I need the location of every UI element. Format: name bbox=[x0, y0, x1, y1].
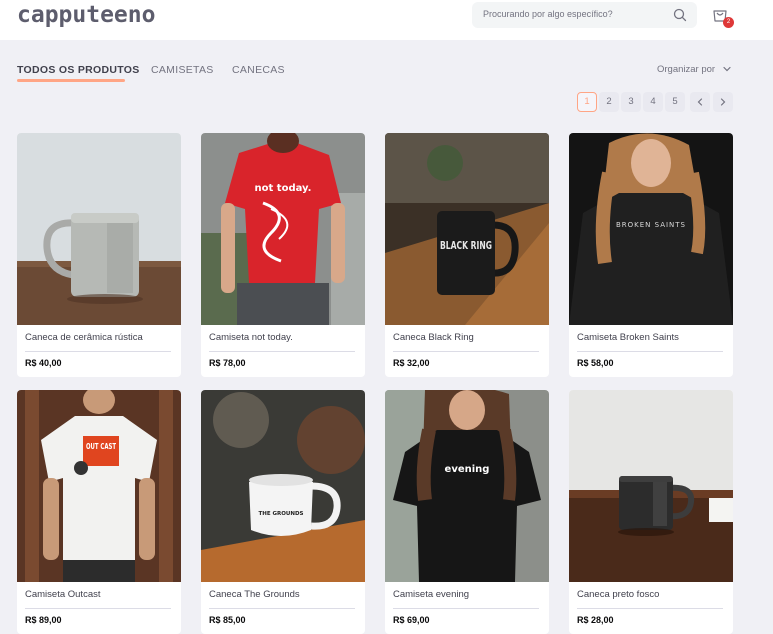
chevron-right-icon bbox=[713, 92, 733, 112]
product-name: Caneca preto fosco bbox=[577, 589, 660, 600]
product-image-the-grounds-mug: THE GROUNDS bbox=[201, 390, 365, 582]
product-price: R$ 78,00 bbox=[209, 358, 246, 368]
product-image-black-ring-mug: BLACK RING bbox=[385, 133, 549, 325]
header: capputeeno Procurando por algo específic… bbox=[0, 0, 773, 40]
tshirt-print: OUT CAST bbox=[86, 442, 116, 451]
product-price: R$ 28,00 bbox=[577, 615, 614, 625]
search-input[interactable]: Procurando por algo específico? bbox=[472, 2, 697, 28]
tab-all-products[interactable]: TODOS OS PRODUTOS bbox=[17, 64, 140, 76]
product-name: Caneca Black Ring bbox=[393, 332, 474, 343]
search-icon[interactable] bbox=[673, 8, 687, 22]
product-name: Caneca The Grounds bbox=[209, 589, 300, 600]
product-price: R$ 85,00 bbox=[209, 615, 246, 625]
tab-mugs[interactable]: CANECAS bbox=[232, 64, 285, 76]
product-name: Camiseta not today. bbox=[209, 332, 293, 343]
sort-dropdown[interactable]: Organizar por bbox=[657, 64, 715, 75]
divider bbox=[209, 608, 355, 609]
mug-print: BLACK RING bbox=[440, 239, 492, 252]
product-image-matte-black-mug bbox=[569, 390, 733, 582]
product-image-outcast-tshirt: OUT CAST bbox=[17, 390, 181, 582]
divider bbox=[393, 351, 539, 352]
page-button-3[interactable]: 3 bbox=[621, 92, 641, 112]
divider bbox=[577, 608, 723, 609]
product-card[interactable]: Caneca preto fosco R$ 28,00 bbox=[569, 390, 733, 634]
mug-print: THE GROUNDS bbox=[258, 511, 303, 517]
prev-page-button[interactable] bbox=[690, 92, 710, 112]
product-name: Caneca de cerâmica rústica bbox=[25, 332, 143, 343]
product-name: Camiseta evening bbox=[393, 589, 470, 600]
product-card[interactable]: OUT CAST Camiseta Outcast R$ 89,00 bbox=[17, 390, 181, 634]
page-button-5[interactable]: 5 bbox=[665, 92, 685, 112]
page-button-2[interactable]: 2 bbox=[599, 92, 619, 112]
product-image-not-today-tshirt: not today. bbox=[201, 133, 365, 325]
cart-count-badge: 2 bbox=[723, 17, 734, 28]
divider bbox=[25, 351, 171, 352]
product-card[interactable]: THE GROUNDS Caneca The Grounds R$ 85,00 bbox=[201, 390, 365, 634]
product-price: R$ 58,00 bbox=[577, 358, 614, 368]
product-card[interactable]: evening Camiseta evening R$ 69,00 bbox=[385, 390, 549, 634]
chevron-down-icon[interactable] bbox=[722, 64, 732, 74]
product-card[interactable]: Caneca de cerâmica rústica R$ 40,00 bbox=[17, 133, 181, 377]
logo[interactable]: capputeeno bbox=[17, 2, 155, 28]
product-image-evening-tshirt: evening bbox=[385, 390, 549, 582]
divider bbox=[393, 608, 539, 609]
product-price: R$ 32,00 bbox=[393, 358, 430, 368]
chevron-left-icon bbox=[690, 92, 710, 112]
product-image-rustic-mug bbox=[17, 133, 181, 325]
active-tab-indicator bbox=[17, 79, 125, 82]
product-price: R$ 40,00 bbox=[25, 358, 62, 368]
tab-tshirts[interactable]: CAMISETAS bbox=[151, 64, 214, 76]
divider bbox=[209, 351, 355, 352]
product-image-broken-saints-tshirt: BROKEN SAINTS bbox=[569, 133, 733, 325]
divider bbox=[577, 351, 723, 352]
product-card[interactable]: BLACK RING Caneca Black Ring R$ 32,00 bbox=[385, 133, 549, 377]
tshirt-print: not today. bbox=[255, 183, 312, 194]
product-price: R$ 89,00 bbox=[25, 615, 62, 625]
product-price: R$ 69,00 bbox=[393, 615, 430, 625]
product-name: Camiseta Broken Saints bbox=[577, 332, 679, 343]
product-card[interactable]: not today. Camiseta not today. R$ 78,00 bbox=[201, 133, 365, 377]
search-placeholder: Procurando por algo específico? bbox=[483, 9, 613, 19]
product-name: Camiseta Outcast bbox=[25, 589, 101, 600]
tshirt-print: BROKEN SAINTS bbox=[616, 221, 686, 229]
page-button-4[interactable]: 4 bbox=[643, 92, 663, 112]
next-page-button[interactable] bbox=[713, 92, 733, 112]
tshirt-print: evening bbox=[445, 464, 490, 475]
divider bbox=[25, 608, 171, 609]
product-card[interactable]: BROKEN SAINTS Camiseta Broken Saints R$ … bbox=[569, 133, 733, 377]
page-button-1[interactable]: 1 bbox=[577, 92, 597, 112]
